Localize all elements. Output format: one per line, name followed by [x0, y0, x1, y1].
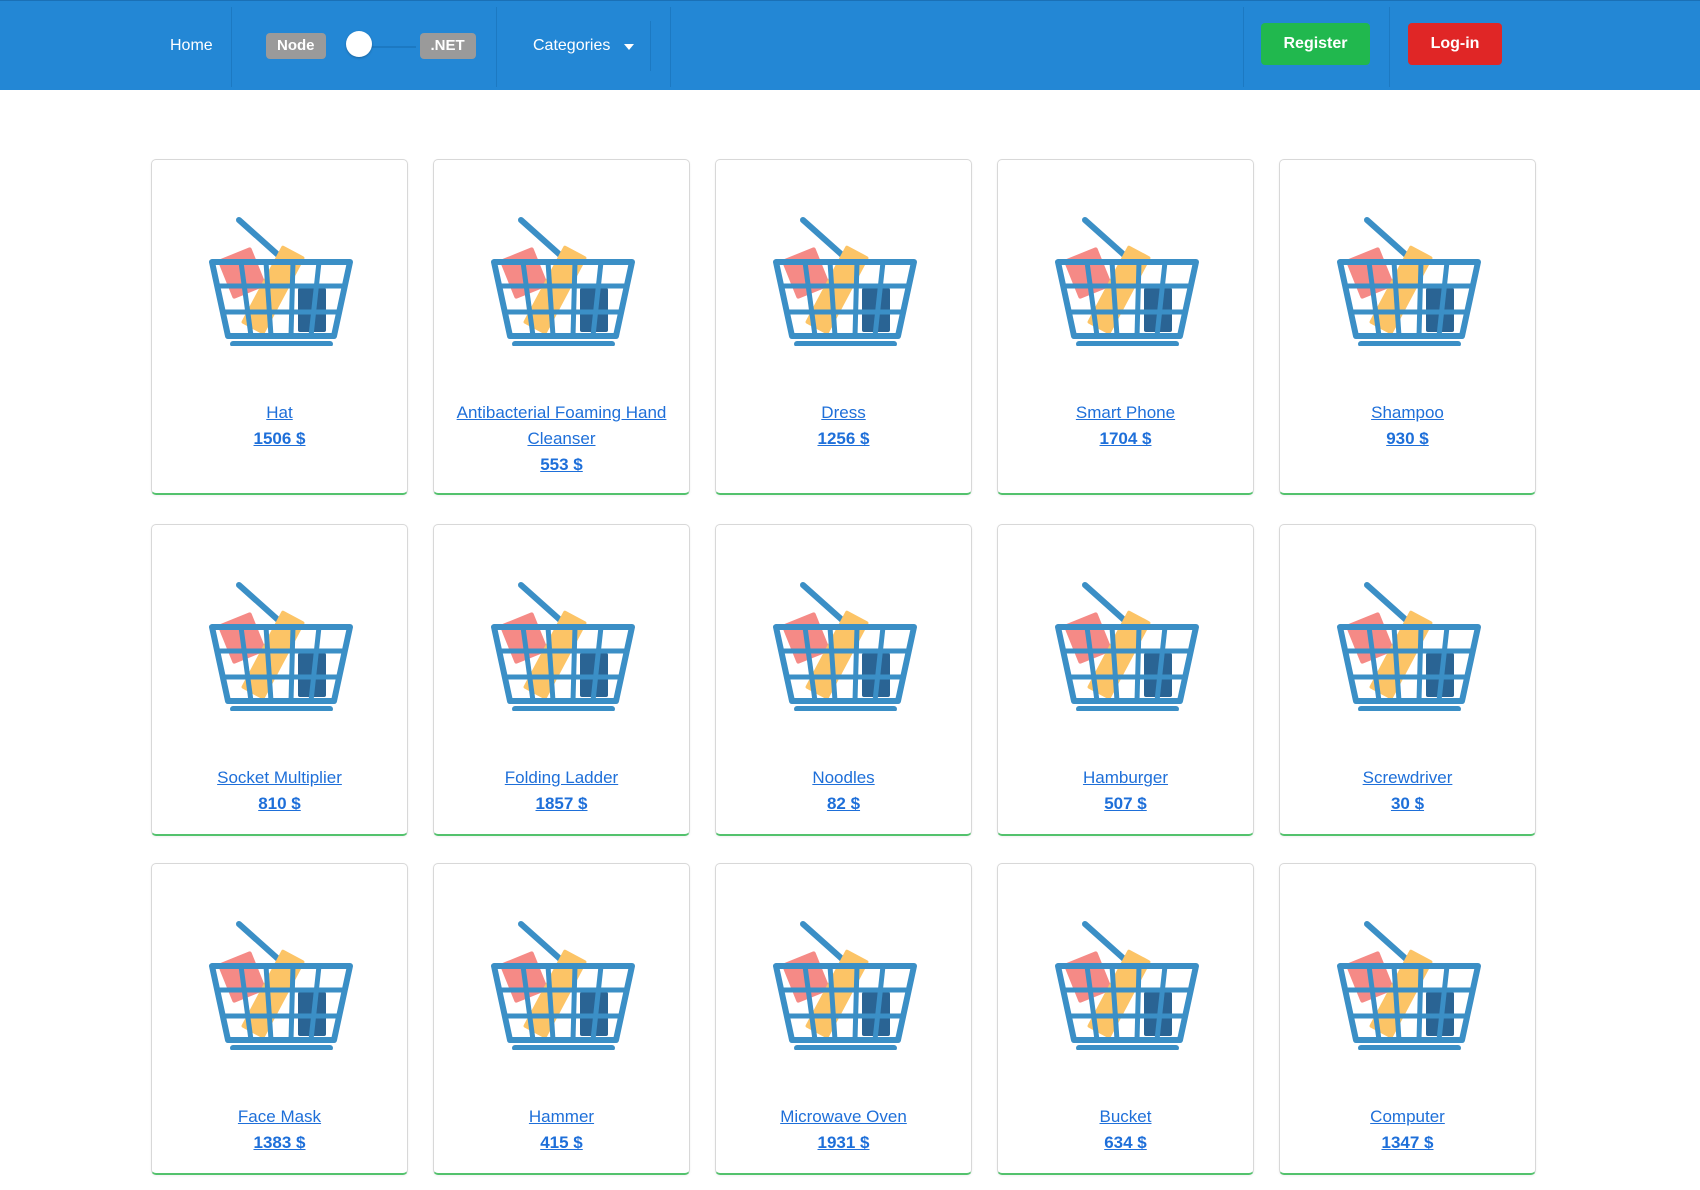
product-card: Hat 1506 $ [151, 159, 408, 495]
product-name-link[interactable]: Antibacterial Foaming Hand Cleanser [444, 400, 679, 452]
product-info: Socket Multiplier 810 $ [162, 765, 397, 817]
product-price-link[interactable]: 1704 $ [1008, 426, 1243, 452]
product-name-link[interactable]: Hat [162, 400, 397, 426]
product-name-link[interactable]: Hammer [444, 1104, 679, 1130]
categories-label: Categories [533, 37, 611, 54]
product-card: Hamburger 507 $ [997, 524, 1254, 836]
shopping-basket-icon [1334, 216, 1484, 347]
product-name-link[interactable]: Computer [1290, 1104, 1525, 1130]
product-info: Noodles 82 $ [726, 765, 961, 817]
product-card: Computer 1347 $ [1279, 863, 1536, 1175]
product-info: Shampoo 930 $ [1290, 400, 1525, 452]
shopping-basket-icon [770, 920, 920, 1051]
shopping-basket-icon [1052, 216, 1202, 347]
product-card: Smart Phone 1704 $ [997, 159, 1254, 495]
product-price-link[interactable]: 810 $ [162, 791, 397, 817]
product-price-link[interactable]: 1347 $ [1290, 1130, 1525, 1156]
product-card: Face Mask 1383 $ [151, 863, 408, 1175]
shopping-basket-icon [206, 920, 356, 1051]
product-price-link[interactable]: 1506 $ [162, 426, 397, 452]
shopping-basket-icon [1334, 920, 1484, 1051]
top-navbar: Home Node .NET Categories Register Log-i… [0, 0, 1700, 90]
shopping-basket-icon [1052, 581, 1202, 712]
shopping-basket-icon [206, 216, 356, 347]
product-name-link[interactable]: Microwave Oven [726, 1104, 961, 1130]
product-info: Folding Ladder 1857 $ [444, 765, 679, 817]
nav-divider [650, 21, 651, 71]
product-card: Noodles 82 $ [715, 524, 972, 836]
shopping-basket-icon [1052, 920, 1202, 1051]
shopping-basket-icon [488, 216, 638, 347]
product-info: Bucket 634 $ [1008, 1104, 1243, 1156]
product-name-link[interactable]: Screwdriver [1290, 765, 1525, 791]
product-card: Antibacterial Foaming Hand Cleanser 553 $ [433, 159, 690, 495]
product-name-link[interactable]: Face Mask [162, 1104, 397, 1130]
shopping-basket-icon [488, 920, 638, 1051]
product-price-link[interactable]: 30 $ [1290, 791, 1525, 817]
product-name-link[interactable]: Smart Phone [1008, 400, 1243, 426]
product-name-link[interactable]: Noodles [726, 765, 961, 791]
product-info: Smart Phone 1704 $ [1008, 400, 1243, 452]
product-name-link[interactable]: Folding Ladder [444, 765, 679, 791]
product-price-link[interactable]: 507 $ [1008, 791, 1243, 817]
product-card: Folding Ladder 1857 $ [433, 524, 690, 836]
product-info: Microwave Oven 1931 $ [726, 1104, 961, 1156]
login-button[interactable]: Log-in [1408, 23, 1502, 65]
product-info: Computer 1347 $ [1290, 1104, 1525, 1156]
product-price-link[interactable]: 553 $ [444, 452, 679, 478]
product-price-link[interactable]: 634 $ [1008, 1130, 1243, 1156]
product-info: Screwdriver 30 $ [1290, 765, 1525, 817]
product-card: Socket Multiplier 810 $ [151, 524, 408, 836]
nav-divider [670, 7, 671, 87]
shopping-basket-icon [770, 581, 920, 712]
nav-divider [1243, 7, 1244, 87]
product-name-link[interactable]: Dress [726, 400, 961, 426]
product-card: Dress 1256 $ [715, 159, 972, 495]
product-info: Dress 1256 $ [726, 400, 961, 452]
nav-divider [1389, 7, 1390, 87]
shopping-basket-icon [1334, 581, 1484, 712]
product-info: Face Mask 1383 $ [162, 1104, 397, 1156]
product-info: Hat 1506 $ [162, 400, 397, 452]
product-price-link[interactable]: 930 $ [1290, 426, 1525, 452]
home-link[interactable]: Home [170, 1, 213, 91]
product-price-link[interactable]: 1383 $ [162, 1130, 397, 1156]
product-price-link[interactable]: 415 $ [444, 1130, 679, 1156]
product-card: Screwdriver 30 $ [1279, 524, 1536, 836]
backend-switch[interactable] [326, 33, 420, 59]
register-button[interactable]: Register [1261, 23, 1370, 65]
categories-dropdown[interactable]: Categories [533, 1, 635, 91]
product-price-link[interactable]: 82 $ [726, 791, 961, 817]
product-name-link[interactable]: Shampoo [1290, 400, 1525, 426]
product-card: Microwave Oven 1931 $ [715, 863, 972, 1175]
switch-knob[interactable] [346, 31, 372, 57]
product-info: Hamburger 507 $ [1008, 765, 1243, 817]
product-name-link[interactable]: Bucket [1008, 1104, 1243, 1130]
product-card: Shampoo 930 $ [1279, 159, 1536, 495]
nav-divider [496, 7, 497, 87]
product-price-link[interactable]: 1256 $ [726, 426, 961, 452]
product-info: Antibacterial Foaming Hand Cleanser 553 $ [444, 400, 679, 478]
product-name-link[interactable]: Hamburger [1008, 765, 1243, 791]
product-price-link[interactable]: 1931 $ [726, 1130, 961, 1156]
shopping-basket-icon [770, 216, 920, 347]
chevron-down-icon [624, 44, 635, 50]
product-info: Hammer 415 $ [444, 1104, 679, 1156]
nav-divider [231, 7, 232, 87]
product-card: Hammer 415 $ [433, 863, 690, 1175]
node-label: Node [266, 33, 326, 59]
shopping-basket-icon [488, 581, 638, 712]
dotnet-label: .NET [419, 33, 476, 59]
product-card: Bucket 634 $ [997, 863, 1254, 1175]
shopping-basket-icon [206, 581, 356, 712]
product-price-link[interactable]: 1857 $ [444, 791, 679, 817]
product-name-link[interactable]: Socket Multiplier [162, 765, 397, 791]
